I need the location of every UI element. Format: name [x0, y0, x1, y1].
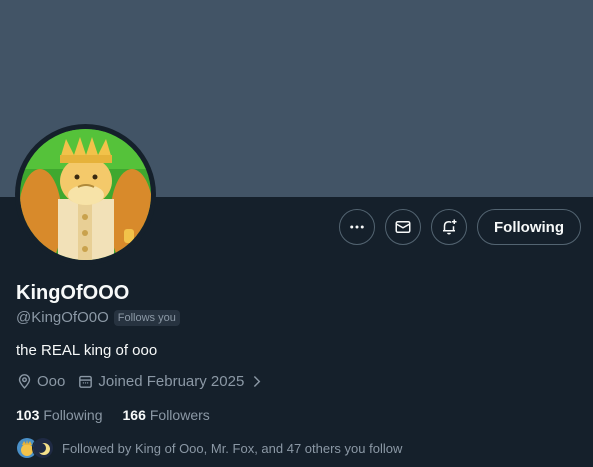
- location-pin-icon: [18, 374, 31, 389]
- avatar-image: [20, 129, 151, 260]
- follows-you-badge: Follows you: [113, 309, 180, 326]
- more-icon: [350, 225, 364, 229]
- chevron-right-icon: [254, 376, 261, 387]
- handle-row: @KingOfO0O Follows you: [16, 309, 180, 326]
- mini-avatar: [32, 437, 54, 459]
- follow-stats: 103 Following 166 Followers: [16, 407, 210, 423]
- followed-by-text: Followed by King of Ooo, Mr. Fox, and 47…: [62, 440, 403, 456]
- envelope-icon: [395, 221, 411, 233]
- followers-count: 166: [122, 407, 146, 423]
- location-text: Ooo: [37, 373, 66, 390]
- display-name: KingOfOOO: [16, 282, 130, 304]
- more-button[interactable]: [339, 209, 376, 245]
- user-handle: @KingOfO0O: [16, 309, 109, 326]
- profile-meta: Ooo Joined February 2025: [16, 373, 265, 390]
- bell-plus-icon: [443, 219, 457, 235]
- following-stat-link[interactable]: 103 Following: [16, 407, 103, 423]
- followed-by-avatars: [16, 437, 54, 459]
- message-button[interactable]: [385, 209, 422, 245]
- following-count: 103: [16, 407, 40, 423]
- calendar-icon: [79, 375, 93, 388]
- profile-page: Following KingOfOOO @KingOfO0O Follows y…: [0, 0, 593, 467]
- profile-actions: Following: [339, 209, 581, 245]
- following-label: Following: [43, 407, 103, 423]
- profile-avatar[interactable]: [15, 124, 156, 265]
- followed-by-row[interactable]: Followed by King of Ooo, Mr. Fox, and 47…: [16, 437, 402, 459]
- mini-avatar-image: [33, 438, 53, 458]
- joined-text: Joined February 2025: [98, 373, 245, 390]
- followers-stat-link[interactable]: 166 Followers: [123, 407, 210, 423]
- profile-bio: the REAL king of ooo: [16, 342, 158, 359]
- following-button[interactable]: Following: [477, 209, 581, 245]
- location-item: Ooo: [16, 373, 65, 390]
- joined-item[interactable]: Joined February 2025: [77, 373, 265, 390]
- notify-button[interactable]: [431, 209, 468, 245]
- followers-label: Followers: [149, 407, 210, 423]
